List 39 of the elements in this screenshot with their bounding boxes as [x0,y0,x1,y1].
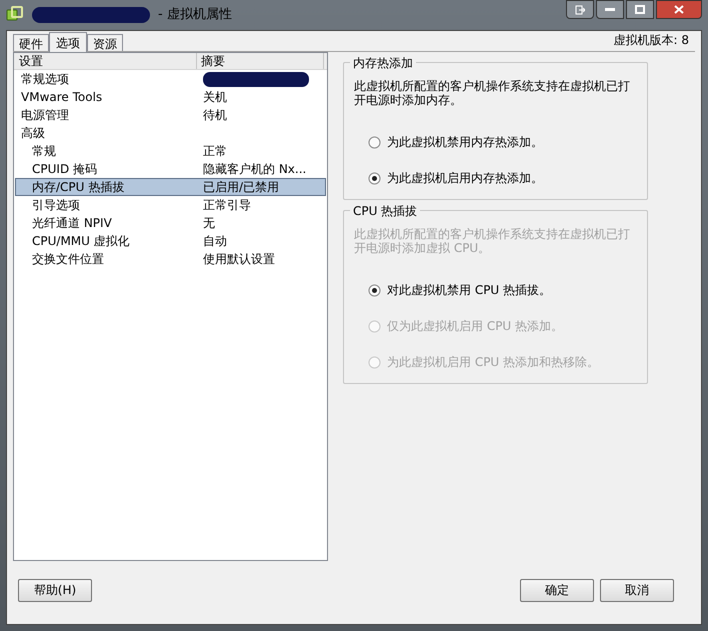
list-row[interactable]: 交换文件位置 使用默认设置 [15,250,326,268]
list-row[interactable]: 电源管理 待机 [15,106,326,124]
radio-option: 为此虚拟机启用 CPU 热添加和热移除。 [368,353,637,371]
group-title: CPU 热插拔 [350,202,420,220]
group-description: 此虚拟机所配置的客户机操作系统支持在虚拟机已打开电源时添加虚拟 CPU。 [354,227,631,255]
tab[interactable]: 选项 [49,32,87,52]
tab[interactable]: 资源 [87,34,123,51]
tab[interactable]: 硬件 [13,34,49,51]
radio-option: 仅为此虚拟机启用 CPU 热添加。 [368,317,637,335]
list-row[interactable]: 高级 [15,124,326,142]
cancel-button[interactable]: 取消 [600,578,674,602]
group-description: 此虚拟机所配置的客户机操作系统支持在虚拟机已打开电源时添加内存。 [354,79,631,107]
list-row[interactable]: 常规选项 [15,70,326,88]
minimize-icon [605,8,615,12]
vm-version-label: 虚拟机版本: 8 [614,32,690,49]
window-menu-button[interactable] [566,0,594,19]
maximize-button[interactable] [626,0,654,19]
exit-icon [575,4,585,14]
close-button[interactable] [656,0,702,19]
list-row[interactable]: CPUID 掩码 隐藏客户机的 Nx... [15,160,326,178]
help-button[interactable]: 帮助(H) [18,578,92,602]
ok-button[interactable]: 确定 [520,578,594,602]
radio-option[interactable]: 为此虚拟机启用内存热添加。 [368,169,637,187]
list-row[interactable]: CPU/MMU 虚拟化 自动 [15,232,326,250]
column-header[interactable]: 摘要 [197,53,324,69]
maximize-icon [635,5,645,14]
list-row[interactable]: 引导选项 正常引导 [15,196,326,214]
close-icon [674,5,684,14]
list-row[interactable]: 内存/CPU 热插拔 已启用/已禁用 [15,178,326,196]
list-row[interactable]: 常规 正常 [15,142,326,160]
radio-button[interactable] [368,172,381,184]
column-header[interactable]: 设置 [14,53,197,69]
window-title: - 虚拟机属性 [158,6,232,24]
minimize-button[interactable] [596,0,624,19]
group-title: 内存热添加 [350,54,416,72]
list-row[interactable]: VMware Tools 关机 [15,88,326,106]
radio-option[interactable]: 为此虚拟机禁用内存热添加。 [368,133,637,151]
list-row[interactable]: 光纤通道 NPIV 无 [15,214,326,232]
radio-button[interactable] [368,136,381,148]
